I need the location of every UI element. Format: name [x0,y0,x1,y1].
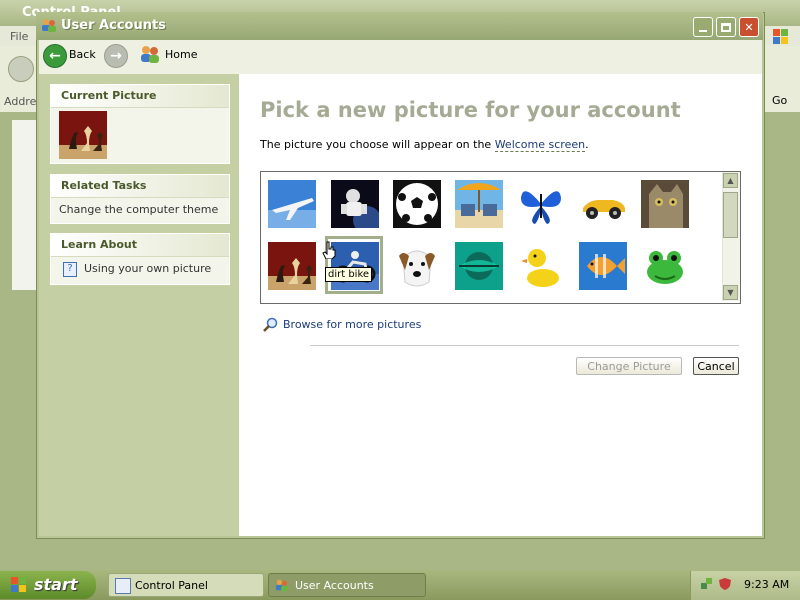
menu-file[interactable]: File [10,30,28,43]
learn-about-label: Using your own picture [84,262,212,275]
window-title: User Accounts [61,18,166,33]
forward-arrow-icon: → [110,48,122,64]
current-picture-header: Current Picture [51,85,229,108]
change-picture-button[interactable]: Change Picture [576,357,682,375]
page-description: The picture you choose will appear on th… [260,138,589,152]
current-picture-thumbnail [59,111,107,159]
back-button[interactable]: ← [43,44,67,68]
picture-dog[interactable] [393,242,441,290]
cancel-button[interactable]: Cancel [693,357,739,375]
maximize-icon [721,22,731,32]
page-heading: Pick a new picture for your account [260,98,681,122]
users-icon [275,578,289,592]
windows-flag-icon [10,576,28,594]
maximize-button[interactable] [716,17,736,37]
minimize-icon [699,30,707,32]
back-arrow-icon: ← [49,48,61,64]
picture-butterfly[interactable] [517,180,565,228]
picture-duck[interactable] [517,242,565,290]
taskbar-item-user-accounts[interactable]: User Accounts [268,573,426,597]
back-label[interactable]: Back [69,48,96,61]
learn-about-header: Learn About [51,234,229,257]
related-tasks-panel: Related Tasks Change the computer theme [50,174,230,224]
picture-soccer-ball[interactable] [393,180,441,228]
learn-about-item[interactable]: ? Using your own picture [51,257,229,281]
picture-fish-green[interactable] [455,242,503,290]
users-icon [41,17,57,33]
welcome-screen-link[interactable]: Welcome screen [494,138,586,152]
network-icon[interactable] [700,577,714,591]
security-shield-icon[interactable] [718,577,732,591]
minimize-button[interactable] [693,17,713,37]
chevron-down-icon: ▼ [727,288,734,297]
hand-cursor-icon [322,241,336,262]
background-back-icon[interactable] [8,56,34,82]
taskbar-item-label: Control Panel [135,578,208,592]
picture-cat[interactable] [641,180,689,228]
help-icon: ? [63,261,77,277]
picture-fish[interactable] [579,242,627,290]
description-period: . [585,138,589,151]
related-tasks-header: Related Tasks [51,175,229,198]
picture-car[interactable] [579,180,627,228]
start-label[interactable]: start [34,575,78,594]
description-text: The picture you choose will appear on th… [260,138,495,151]
scrollbar-thumb[interactable] [723,192,738,238]
close-button[interactable]: ✕ [739,17,759,37]
picture-airplane[interactable] [268,180,316,228]
close-icon: ✕ [744,20,754,34]
divider [310,345,739,346]
scroll-up-button[interactable]: ▲ [723,173,738,188]
windows-logo-icon [772,28,790,46]
task-change-theme[interactable]: Change the computer theme [51,198,229,222]
go-button[interactable]: Go [768,93,800,109]
browse-pictures-link[interactable]: Browse for more pictures [283,318,421,331]
home-label[interactable]: Home [165,48,197,61]
picture-beach-chairs[interactable] [455,180,503,228]
hover-tooltip: dirt bike [325,267,373,282]
home-icon[interactable] [139,44,161,64]
address-label: Addre [4,95,37,108]
learn-about-panel: Learn About ? Using your own picture [50,233,230,285]
picture-astronaut[interactable] [331,180,379,228]
background-sidebar [12,120,37,290]
control-panel-icon [115,578,131,594]
scroll-down-button[interactable]: ▼ [723,285,738,300]
magnifier-icon[interactable] [262,317,278,336]
picture-frog[interactable] [641,242,689,290]
picture-chess[interactable] [268,242,316,290]
taskbar-item-label: User Accounts [295,578,374,592]
taskbar-item-control-panel[interactable]: Control Panel [108,573,264,597]
chevron-up-icon: ▲ [727,176,734,185]
clock: 9:23 AM [744,578,790,591]
forward-button[interactable]: → [104,44,128,68]
